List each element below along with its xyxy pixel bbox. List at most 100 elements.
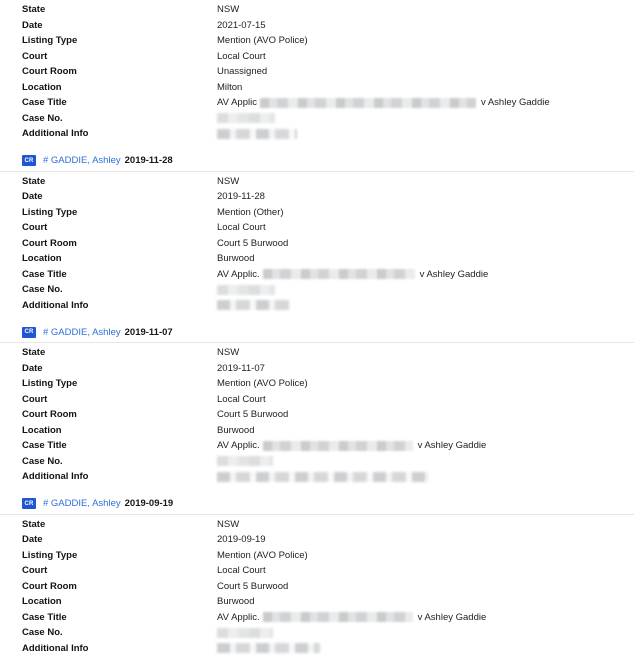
field-value-court_room: Unassigned <box>217 66 267 77</box>
field-value-additional-info <box>217 472 429 482</box>
field-label-court: Court <box>22 394 217 405</box>
field-label-court_room: Court Room <box>22 581 217 592</box>
field-label-case-title: Case Title <box>22 97 217 108</box>
field-value-location: Burwood <box>217 253 255 264</box>
redacted-text-block <box>217 113 275 123</box>
field-label-case-title: Case Title <box>22 269 217 280</box>
record-header-date: 2019-11-07 <box>125 327 173 338</box>
criminal-record-badge-icon: CR <box>22 498 36 509</box>
field-value-listing_type: Mention (Other) <box>217 207 284 218</box>
case-title-prefix: AV Applic <box>217 97 257 108</box>
field-value-additional-info <box>217 643 320 653</box>
field-row-case-title: Case TitleAV Applic. v Ashley Gaddie <box>0 610 634 626</box>
redacted-text-block <box>217 300 289 310</box>
field-value-state: NSW <box>217 347 239 358</box>
field-row-additional-info: Additional Info <box>0 469 634 485</box>
redacted-text-block <box>217 628 273 638</box>
field-value-case-title: AV Applic. v Ashley Gaddie <box>217 612 486 623</box>
field-value-case-no <box>217 456 273 466</box>
record-spacer <box>0 142 634 148</box>
field-row-case-no: Case No. <box>0 111 634 127</box>
field-row-case-title: Case TitleAV Applic v Ashley Gaddie <box>0 95 634 111</box>
redacted-text-block <box>263 269 415 279</box>
records-list: StateNSWDate2021-07-15Listing TypeMentio… <box>0 0 634 662</box>
record-spacer <box>0 313 634 319</box>
record-header[interactable]: CR# GADDIE, Ashley2019-11-28 <box>0 153 634 169</box>
field-value-date: 2019-11-28 <box>217 191 265 202</box>
record-header[interactable]: CR # GADDIE, Ashley 2019-09-19 <box>0 496 634 512</box>
redacted-text-block <box>217 472 429 482</box>
record-field-rows: StateNSW Date2019-11-07 Listing TypeMentio… <box>0 343 634 485</box>
redacted-text-block <box>217 456 273 466</box>
field-label-case-no: Case No. <box>22 456 217 467</box>
field-label-case-title: Case Title <box>22 440 217 451</box>
field-row-court_room: Court RoomCourt 5 Burwood <box>0 236 634 252</box>
field-label-listing_type: Listing Type <box>22 550 217 561</box>
field-row-case-no: Case No. <box>0 282 634 298</box>
case-title-suffix: v Ashley Gaddie <box>418 440 487 451</box>
field-value-case-title: AV Applic v Ashley Gaddie <box>217 97 550 108</box>
record-header[interactable]: CR# GADDIE, Ashley2019-11-07 <box>0 324 634 340</box>
field-row-court: CourtLocal Court <box>0 392 634 408</box>
field-row-location: LocationBurwood <box>0 251 634 267</box>
field-value-state: NSW <box>217 519 239 530</box>
field-value-case-title: AV Applic. v Ashley Gaddie <box>217 440 486 451</box>
field-row-listing_type: Listing TypeMention (AVO Police) <box>0 33 634 49</box>
record-person-link[interactable]: # GADDIE, Ashley <box>43 498 121 509</box>
field-row-listing_type: Listing TypeMention (Other) <box>0 205 634 221</box>
record-spacer <box>0 485 634 491</box>
field-value-additional-info <box>217 129 297 139</box>
field-row-court: CourtLocal Court <box>0 49 634 65</box>
record-person-link[interactable]: # GADDIE, Ashley <box>43 327 121 338</box>
redacted-text-block <box>260 98 476 108</box>
field-value-court_room: Court 5 Burwood <box>217 409 288 420</box>
field-label-date: Date <box>22 363 217 374</box>
record-field-rows: StateNSWDate2021-07-15Listing TypeMentio… <box>0 0 634 142</box>
field-row-date: Date2021-07-15 <box>0 18 634 34</box>
field-label-listing_type: Listing Type <box>22 207 217 218</box>
field-row-listing_type: Listing TypeMention (AVO Police) <box>0 376 634 392</box>
field-value-location: Burwood <box>217 425 255 436</box>
field-value-date: 2019-11-07 <box>217 363 265 374</box>
record-header-date: 2019-09-19 <box>125 498 174 509</box>
record-block: StateNSWDate2021-07-15Listing TypeMentio… <box>0 0 634 148</box>
field-label-state: State <box>22 176 217 187</box>
redacted-text-block <box>263 441 413 451</box>
field-value-case-title: AV Applic.v Ashley Gaddie <box>217 269 488 280</box>
redacted-text-block <box>217 129 297 139</box>
field-value-listing_type: Mention (AVO Police) <box>217 550 308 561</box>
field-value-listing_type: Mention (AVO Police) <box>217 378 308 389</box>
field-label-location: Location <box>22 82 217 93</box>
field-label-location: Location <box>22 596 217 607</box>
case-title-prefix: AV Applic. <box>217 440 260 451</box>
case-title-suffix: v Ashley Gaddie <box>481 97 550 108</box>
field-row-court: CourtLocal Court <box>0 220 634 236</box>
field-row-case-no: Case No. <box>0 454 634 470</box>
field-label-state: State <box>22 519 217 530</box>
case-title-suffix: v Ashley Gaddie <box>418 612 487 623</box>
field-label-case-title: Case Title <box>22 612 217 623</box>
field-row-state: StateNSW <box>0 345 634 361</box>
field-value-additional-info <box>217 300 289 310</box>
field-value-location: Burwood <box>217 596 255 607</box>
criminal-record-badge-icon: CR <box>22 155 36 166</box>
field-row-case-title: Case TitleAV Applic. v Ashley Gaddie <box>0 438 634 454</box>
field-label-court_room: Court Room <box>22 238 217 249</box>
court-listings-results-page: StateNSWDate2021-07-15Listing TypeMentio… <box>0 0 634 660</box>
field-label-case-no: Case No. <box>22 113 217 124</box>
case-title-prefix: AV Applic. <box>217 612 260 623</box>
field-row-court_room: Court RoomCourt 5 Burwood <box>0 579 634 595</box>
field-value-court: Local Court <box>217 51 266 62</box>
field-label-date: Date <box>22 191 217 202</box>
field-label-additional-info: Additional Info <box>22 643 217 654</box>
field-value-listing_type: Mention (AVO Police) <box>217 35 308 46</box>
field-label-listing_type: Listing Type <box>22 35 217 46</box>
field-row-court_room: Court RoomCourt 5 Burwood <box>0 407 634 423</box>
record-person-link[interactable]: # GADDIE, Ashley <box>43 155 121 166</box>
field-row-location: LocationBurwood <box>0 423 634 439</box>
field-row-additional-info: Additional Info <box>0 298 634 314</box>
field-value-location: Milton <box>217 82 242 93</box>
field-label-court_room: Court Room <box>22 66 217 77</box>
field-label-additional-info: Additional Info <box>22 128 217 139</box>
case-title-prefix: AV Applic. <box>217 269 260 280</box>
